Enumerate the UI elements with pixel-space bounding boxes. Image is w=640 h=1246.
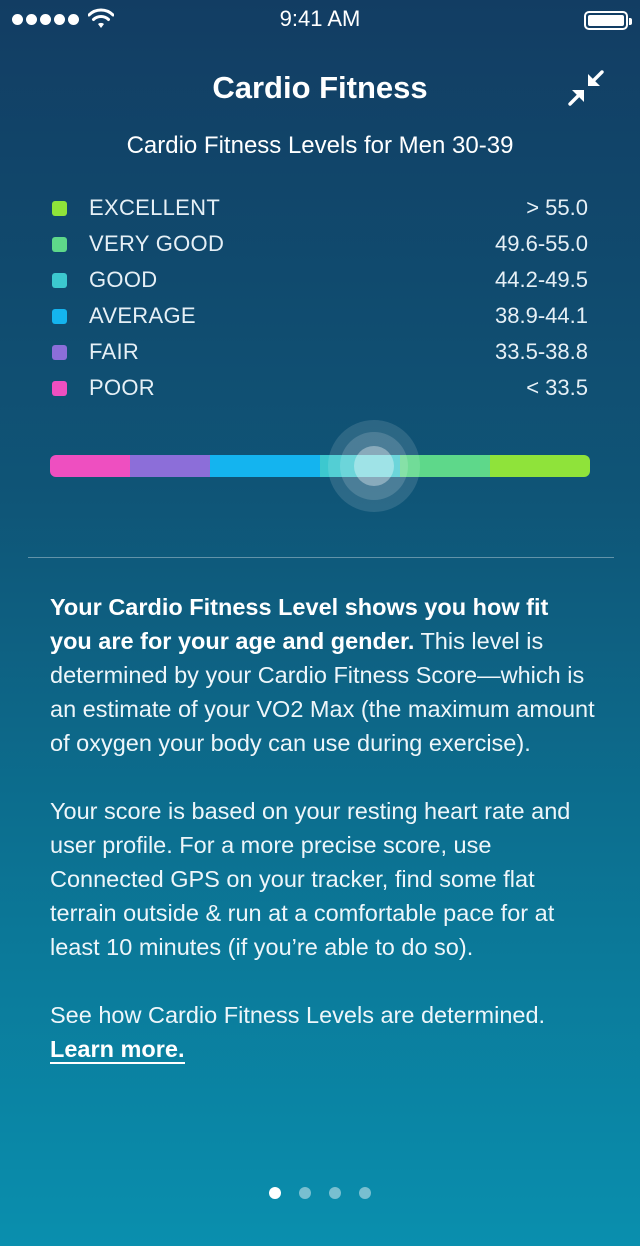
level-swatch bbox=[52, 272, 67, 288]
level-range: 33.5-38.8 bbox=[495, 339, 588, 364]
page-dot[interactable] bbox=[299, 1187, 311, 1199]
level-range: 38.9-44.1 bbox=[495, 303, 588, 328]
level-range: > 55.0 bbox=[526, 195, 588, 220]
level-row-fair: FAIR 33.5-38.8 bbox=[52, 334, 588, 370]
meter-segment-poor bbox=[50, 455, 130, 477]
learn-more-prefix: See how Cardio Fitness Levels are determ… bbox=[50, 1002, 546, 1028]
level-row-poor: POOR < 33.5 bbox=[52, 370, 588, 406]
level-name: FAIR bbox=[89, 339, 140, 364]
learn-more-link[interactable]: Learn more. bbox=[50, 1036, 185, 1064]
level-row-good: GOOD 44.2-49.5 bbox=[52, 262, 588, 298]
battery-icon bbox=[584, 11, 632, 30]
meter-segment-fair bbox=[130, 455, 210, 477]
level-name: AVERAGE bbox=[89, 303, 196, 328]
level-range: < 33.5 bbox=[526, 375, 588, 400]
cardio-description: Your Cardio Fitness Level shows you how … bbox=[50, 590, 595, 1100]
level-swatch bbox=[52, 236, 67, 252]
current-level-marker bbox=[328, 420, 420, 512]
level-name: EXCELLENT bbox=[89, 195, 221, 220]
page-dot[interactable] bbox=[269, 1187, 281, 1199]
description-paragraph-3: See how Cardio Fitness Levels are determ… bbox=[50, 998, 595, 1066]
description-paragraph-1: Your Cardio Fitness Level shows you how … bbox=[50, 590, 595, 760]
page-dot[interactable] bbox=[359, 1187, 371, 1199]
fitness-levels-legend: EXCELLENT > 55.0 VERY GOOD 49.6-55.0 GOOD 4… bbox=[52, 190, 588, 406]
status-time: 9:41 AM bbox=[279, 6, 361, 31]
fitness-level-meter bbox=[50, 420, 590, 512]
level-range: 44.2-49.5 bbox=[495, 267, 588, 292]
level-name: POOR bbox=[89, 375, 155, 400]
level-swatch bbox=[52, 200, 67, 216]
page-title: Cardio Fitness bbox=[212, 70, 428, 105]
level-name: GOOD bbox=[89, 267, 158, 292]
level-color-bar bbox=[50, 455, 590, 477]
page-dot[interactable] bbox=[329, 1187, 341, 1199]
level-swatch bbox=[52, 308, 67, 324]
level-row-excellent: EXCELLENT > 55.0 bbox=[52, 190, 588, 226]
collapse-icon[interactable] bbox=[566, 68, 606, 108]
meter-segment-excellent bbox=[490, 455, 590, 477]
level-range: 49.6-55.0 bbox=[495, 231, 588, 256]
description-paragraph-2: Your score is based on your resting hear… bbox=[50, 798, 571, 960]
section-divider bbox=[28, 557, 614, 558]
meter-segment-average bbox=[210, 455, 320, 477]
status-bar: 9:41 AM bbox=[0, 0, 640, 40]
level-swatch bbox=[52, 344, 67, 360]
level-row-very-good: VERY GOOD 49.6-55.0 bbox=[52, 226, 588, 262]
level-row-average: AVERAGE 38.9-44.1 bbox=[52, 298, 588, 334]
page-indicator[interactable] bbox=[0, 1187, 640, 1199]
levels-subtitle: Cardio Fitness Levels for Men 30-39 bbox=[126, 132, 514, 159]
level-name: VERY GOOD bbox=[89, 231, 225, 256]
level-swatch bbox=[52, 380, 67, 396]
